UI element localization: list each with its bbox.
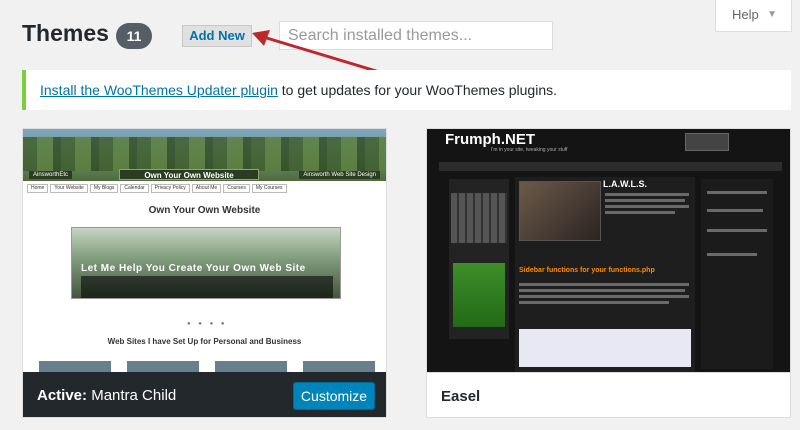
preview-nav-item: My Courses <box>251 184 287 193</box>
preview-text-line <box>707 253 757 256</box>
preview-text-line <box>707 229 767 232</box>
preview-nav-item: About Me <box>191 184 222 193</box>
preview-thumbnail <box>303 361 375 372</box>
help-tab[interactable]: Help ▼ <box>715 0 792 32</box>
caret-down-icon: ▼ <box>767 9 777 20</box>
woothemes-notice: Install the WooThemes Updater plugin to … <box>22 70 791 110</box>
preview-nav-item: Privacy Policy <box>150 184 190 193</box>
preview-thumbnail <box>215 361 287 372</box>
preview-post-title: L.A.W.L.S. <box>603 179 647 189</box>
page-title: Themes <box>22 20 109 46</box>
preview-nav-item: Your Website <box>50 184 88 193</box>
theme-footer: Easel <box>427 372 790 417</box>
preview-nav-item: Calendar <box>120 184 149 193</box>
preview-text-line <box>707 209 763 212</box>
preview-thumbnail <box>127 361 199 372</box>
active-label: Active: <box>37 387 88 404</box>
preview-thumbnail <box>39 361 111 372</box>
preview-calendar <box>451 193 507 243</box>
notice-text: to get updates for your WooThemes plugin… <box>277 82 557 98</box>
preview-nav-item: My Blogs <box>89 184 119 193</box>
preview-right-tag: Ainsworth Web Site Design <box>299 171 380 179</box>
preview-text-line <box>707 191 767 194</box>
customize-button[interactable]: Customize <box>293 382 375 410</box>
preview-ad-banner <box>685 133 729 151</box>
preview-navbar <box>439 162 782 171</box>
preview-hosting-ad <box>453 263 505 327</box>
preview-post2-title: Sidebar functions for your functions.php <box>519 267 655 274</box>
preview-logo: Frumph.NET <box>445 131 535 148</box>
install-updater-link[interactable]: Install the WooThemes Updater plugin <box>40 82 278 98</box>
theme-card-mantra-child[interactable]: AinsworthEtc Own Your Own Website Ainswo… <box>22 128 387 418</box>
preview-nav-item: Home <box>27 184 49 193</box>
theme-count-badge: 11 <box>116 23 152 49</box>
theme-screenshot[interactable]: Frumph.NET I'm in your site, tweaking yo… <box>427 129 790 372</box>
preview-subheading: Web Sites I have Set Up for Personal and… <box>107 337 302 346</box>
preview-text-line <box>605 199 685 202</box>
preview-slide-caption <box>81 276 333 298</box>
theme-footer-active: Active: Mantra Child Customize <box>23 372 386 417</box>
theme-card-easel[interactable]: Frumph.NET I'm in your site, tweaking yo… <box>426 128 791 418</box>
theme-name: Easel <box>441 388 481 405</box>
preview-trees <box>23 137 386 171</box>
preview-nav-item: Courses <box>223 184 250 193</box>
preview-text-line <box>605 211 675 214</box>
preview-subtitle: I'm in your site, tweaking your stuff <box>491 147 568 153</box>
preview-nav: Home Your Website My Blogs Calendar Priv… <box>27 184 287 193</box>
theme-screenshot[interactable]: AinsworthEtc Own Your Own Website Ainswo… <box>23 129 386 372</box>
preview-banner: Own Your Own Website <box>119 169 259 180</box>
preview-text-line <box>519 289 685 292</box>
preview-slider-dots: ● ● ● ● <box>187 321 228 327</box>
preview-right-sidebar <box>701 179 773 369</box>
preview-slide-title: Let Me Help You Create Your Own Web Site <box>81 263 306 274</box>
preview-code-block <box>519 329 691 367</box>
preview-text-line <box>519 283 689 286</box>
preview-text-line <box>519 301 669 304</box>
preview-text-line <box>605 193 689 196</box>
help-label: Help <box>732 7 759 22</box>
preview-text-line <box>519 295 689 298</box>
preview-heading: Own Your Own Website <box>148 205 261 216</box>
preview-left-tag: AinsworthEtc <box>29 171 73 179</box>
preview-post-image <box>519 181 601 241</box>
preview-text-line <box>605 205 689 208</box>
theme-name: Mantra Child <box>91 387 177 404</box>
